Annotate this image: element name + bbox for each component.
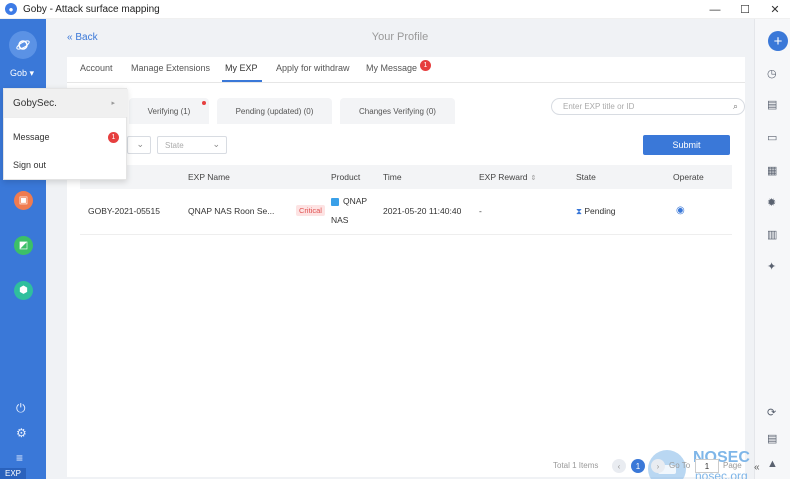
- severity-badge: Critical: [296, 205, 325, 216]
- filter-select[interactable]: ⌄: [127, 136, 151, 154]
- dropdown-item-label: Message: [13, 132, 50, 142]
- goto-label: Go To: [669, 461, 691, 470]
- chevron-down-icon: ⌄: [136, 139, 144, 149]
- profile-panel: Account Manage Extensions My EXP Apply f…: [67, 57, 750, 479]
- table-row: GOBY-2021-05515 QNAP NAS Roon Se... Crit…: [80, 189, 732, 235]
- subtab-verifying[interactable]: Verifying (1): [129, 98, 209, 124]
- search-placeholder: Enter EXP title or ID: [563, 102, 635, 111]
- tab-manage-extensions[interactable]: Manage Extensions: [131, 63, 210, 73]
- dropdown-item-label: Sign out: [13, 160, 47, 170]
- dropdown-item-label: GobySec.: [13, 97, 57, 109]
- tab-my-exp[interactable]: My EXP: [225, 63, 258, 73]
- subtab-label: Pending (updated) (0): [235, 106, 314, 116]
- bug-icon[interactable]: ✹: [767, 196, 776, 209]
- chevron-down-icon: ⌄: [212, 139, 220, 149]
- avatar[interactable]: [9, 31, 37, 59]
- exp-reward: -: [479, 206, 482, 216]
- refresh-icon[interactable]: ⟳: [767, 406, 776, 419]
- column-label: EXP Reward: [479, 172, 528, 182]
- dropdown-item-gobysec[interactable]: GobySec. ▸: [4, 89, 128, 117]
- tab-my-message[interactable]: My Message: [366, 63, 417, 73]
- sort-icon[interactable]: ⇕: [531, 175, 537, 182]
- submit-button[interactable]: Submit: [643, 135, 730, 155]
- column-exp-reward[interactable]: EXP Reward ⇕: [479, 172, 536, 182]
- page-label: Page: [723, 461, 742, 470]
- chart-icon[interactable]: ◩: [14, 236, 33, 255]
- tab-apply-for-withdraw[interactable]: Apply for withdraw: [276, 63, 350, 73]
- page-title: Your Profile: [371, 31, 429, 43]
- title-bar: ● Goby - Attack surface mapping — ☐ ✕: [0, 0, 790, 19]
- monitor-icon[interactable]: ▭: [767, 131, 777, 144]
- user-menu-toggle[interactable]: Gob ▾: [10, 68, 34, 79]
- state-select[interactable]: State ⌄: [157, 136, 227, 154]
- product-icon: [331, 197, 339, 206]
- exp-name[interactable]: QNAP NAS Roon Se...: [188, 206, 274, 216]
- close-icon[interactable]: ✕: [760, 0, 790, 19]
- ip-icon[interactable]: ▦: [767, 164, 777, 177]
- new-dot: [202, 101, 206, 105]
- goby-logo-icon: ●: [5, 3, 17, 15]
- state-label: Pending: [584, 206, 616, 216]
- subtab-label: Verifying (1): [147, 106, 191, 116]
- warning-icon[interactable]: ▲: [767, 458, 778, 470]
- product-line2: NAS: [331, 215, 349, 225]
- hourglass-icon: ⧗: [576, 206, 582, 216]
- divider: [4, 117, 126, 118]
- power-icon[interactable]: ⏻: [16, 401, 26, 416]
- product: QNAP: [331, 196, 367, 206]
- minimize-icon[interactable]: —: [700, 0, 730, 19]
- subtab-changes-verifying[interactable]: Changes Verifying (0): [340, 98, 455, 124]
- main-area: « Back Your Profile Account Manage Exten…: [46, 19, 754, 479]
- product-name: QNAP: [343, 196, 368, 206]
- prev-page-icon[interactable]: ‹: [612, 459, 626, 473]
- dropdown-item-message[interactable]: Message 1: [4, 123, 128, 151]
- search-input[interactable]: Enter EXP title or ID ⌕: [551, 98, 745, 115]
- column-operate: Operate: [673, 172, 704, 182]
- column-time: Time: [383, 172, 402, 182]
- message-badge: 1: [108, 131, 119, 143]
- exp-tag[interactable]: EXP: [0, 468, 26, 479]
- scan-icon[interactable]: ▣: [14, 191, 33, 210]
- column-product: Product: [331, 172, 361, 182]
- chevron-right-icon: ▸: [111, 100, 115, 107]
- clock-icon[interactable]: ◷: [767, 67, 777, 80]
- user-name: Gob: [10, 68, 28, 78]
- table-header: EXP Name Product Time EXP Reward ⇕ State …: [80, 165, 732, 189]
- maximize-icon[interactable]: ☐: [730, 0, 760, 19]
- page-input[interactable]: [695, 459, 719, 473]
- state: ⧗ Pending: [576, 206, 616, 217]
- column-state: State: [576, 172, 596, 182]
- state-placeholder: State: [165, 140, 184, 150]
- profile-tabs: Account Manage Extensions My EXP Apply f…: [67, 57, 745, 83]
- menu-icon[interactable]: ≡: [16, 451, 23, 465]
- exp-id: GOBY-2021-05515: [88, 206, 160, 216]
- notes-icon[interactable]: ▤: [767, 432, 777, 445]
- message-badge: 1: [420, 60, 431, 71]
- stats-icon[interactable]: ▥: [767, 228, 777, 241]
- active-tab-indicator: [222, 80, 262, 82]
- total-items: Total 1 Items: [553, 461, 599, 470]
- report-icon[interactable]: ▤: [767, 98, 777, 111]
- subtab-label: Changes Verifying (0): [359, 106, 436, 116]
- settings-icon[interactable]: ⚙: [16, 426, 27, 440]
- pagination: Total 1 Items ‹ 1 › Go To Page: [67, 456, 745, 477]
- column-exp-name: EXP Name: [188, 172, 230, 182]
- window-title: Goby - Attack surface mapping: [23, 3, 160, 15]
- tab-account[interactable]: Account: [80, 63, 113, 73]
- dropdown-item-sign-out[interactable]: Sign out: [4, 151, 128, 179]
- plugin-icon[interactable]: ✦: [767, 260, 776, 273]
- current-page[interactable]: 1: [631, 459, 645, 473]
- next-page-icon[interactable]: ›: [651, 459, 665, 473]
- subtab-pending-updated[interactable]: Pending (updated) (0): [217, 98, 332, 124]
- submit-time: 2021-05-20 11:40:40: [383, 206, 462, 216]
- eye-icon[interactable]: ◉: [676, 205, 685, 216]
- chevron-down-icon: ▾: [29, 68, 35, 78]
- user-dropdown-menu: GobySec. ▸ Message 1 Sign out: [3, 88, 128, 180]
- app-icon[interactable]: ⬢: [14, 281, 33, 300]
- collapse-icon[interactable]: «: [754, 462, 764, 473]
- planet-icon: [16, 40, 30, 50]
- add-icon[interactable]: +: [768, 31, 788, 51]
- right-sidebar: + ◷ ▤ ▭ ▦ ✹ ▥ ✦ ⟳ ▤ ▲: [754, 19, 790, 479]
- search-icon[interactable]: ⌕: [733, 101, 738, 112]
